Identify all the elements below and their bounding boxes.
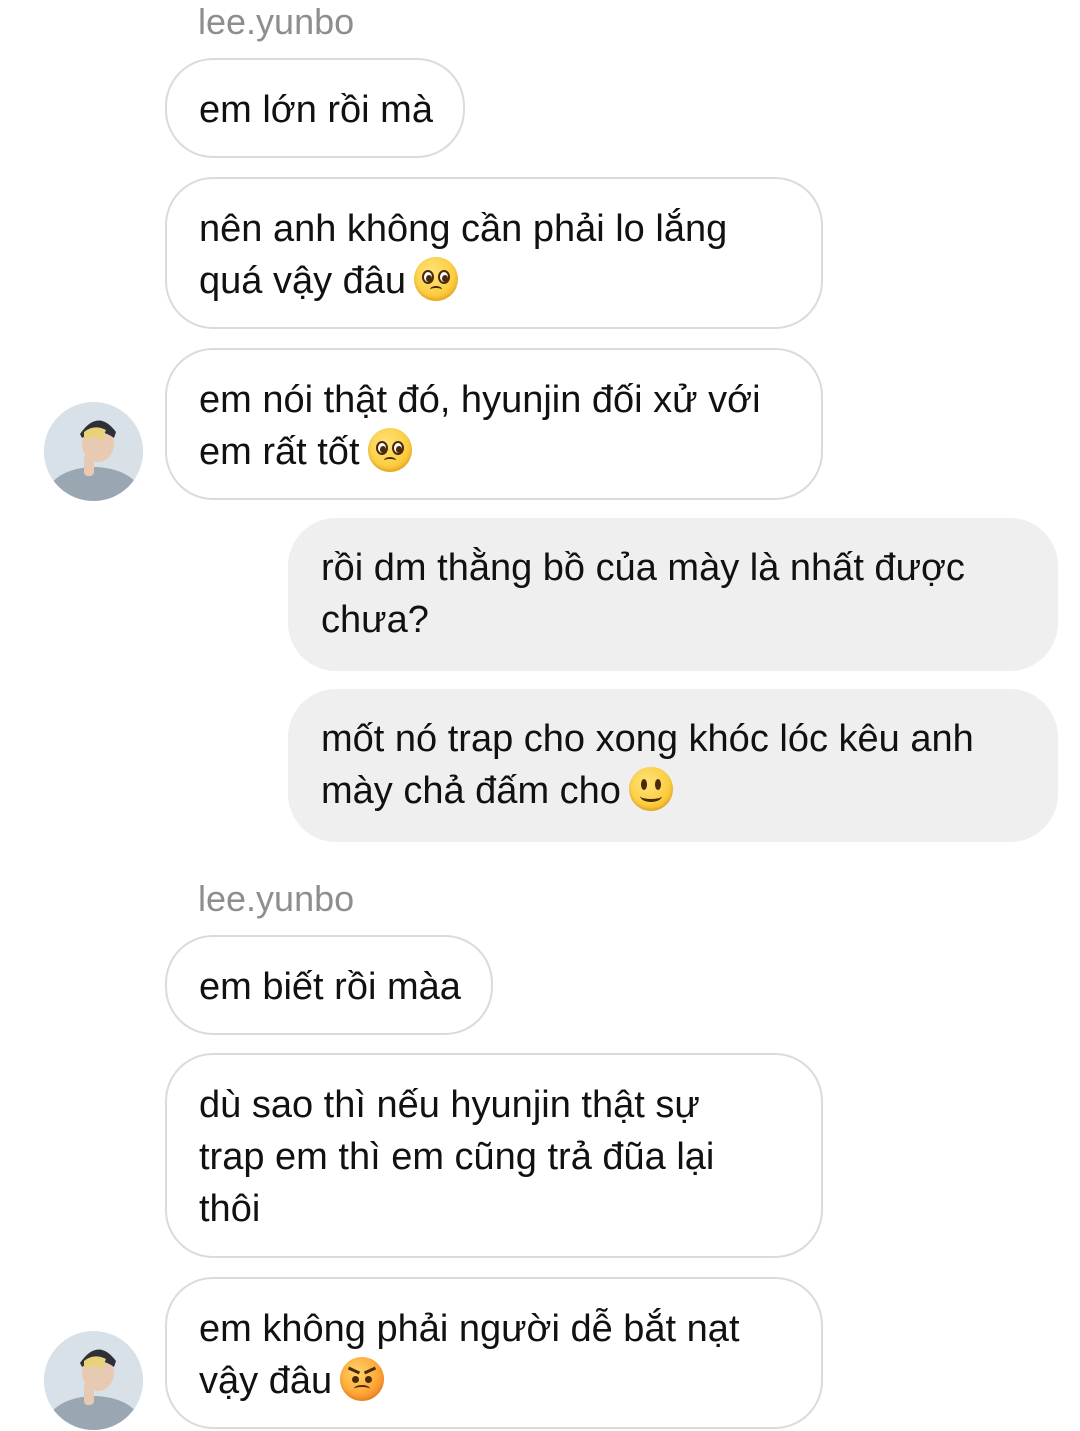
message-text: mốt nó trap cho xong khóc lóc kêu anh (321, 718, 974, 760)
avatar-photo (44, 402, 143, 501)
sender-name: lee.yunbo (198, 1, 355, 42)
avatar[interactable] (44, 402, 143, 501)
message-text: rồi dm thằng bồ của mày là nhất được (321, 547, 965, 589)
message-text: quá vậy đâu (199, 260, 407, 302)
message-text: chưa? (321, 599, 429, 641)
message-bubble-outgoing[interactable]: mốt nó trap cho xong khóc lóc kêu anh mà… (288, 689, 1058, 842)
sender-name: lee.yunbo (198, 878, 355, 919)
avatar-photo (44, 1331, 143, 1430)
angry-face-emoji (340, 1357, 385, 1401)
message-text: thôi (199, 1188, 261, 1230)
message-bubble-outgoing[interactable]: rồi dm thằng bồ của mày là nhất được chư… (288, 518, 1058, 671)
message-bubble-incoming[interactable]: dù sao thì nếu hyunjin thật sự trap em t… (165, 1053, 823, 1258)
slightly-smiling-face-emoji (628, 767, 673, 811)
message-text: nên anh không cần phải lo lắng (199, 208, 728, 250)
message-bubble-incoming[interactable]: em nói thật đó, hyunjin đối xử với em rấ… (165, 348, 823, 500)
pleading-face-emoji (367, 428, 412, 472)
message-bubble-incoming[interactable]: nên anh không cần phải lo lắng quá vậy đ… (165, 177, 823, 329)
message-text: mày chả đấm cho (321, 770, 621, 812)
message-text: em không phải người dễ bắt nạt (199, 1308, 740, 1350)
message-text: vậy đâu (199, 1360, 333, 1402)
message-bubble-incoming[interactable]: em lớn rồi mà (165, 58, 465, 158)
message-text: dù sao thì nếu hyunjin thật sự (199, 1084, 700, 1126)
message-text: em lớn rồi mà (199, 89, 433, 131)
message-bubble-incoming[interactable]: em biết rồi màa (165, 935, 493, 1035)
message-text: em rất tốt (199, 431, 360, 473)
message-text: em nói thật đó, hyunjin đối xử với (199, 379, 761, 421)
pleading-face-emoji (414, 257, 459, 301)
avatar[interactable] (44, 1331, 143, 1430)
message-text: trap em thì em cũng trả đũa lại (199, 1136, 715, 1178)
message-text: em biết rồi màa (199, 966, 461, 1008)
message-bubble-incoming[interactable]: em không phải người dễ bắt nạt vậy đâu (165, 1277, 823, 1429)
